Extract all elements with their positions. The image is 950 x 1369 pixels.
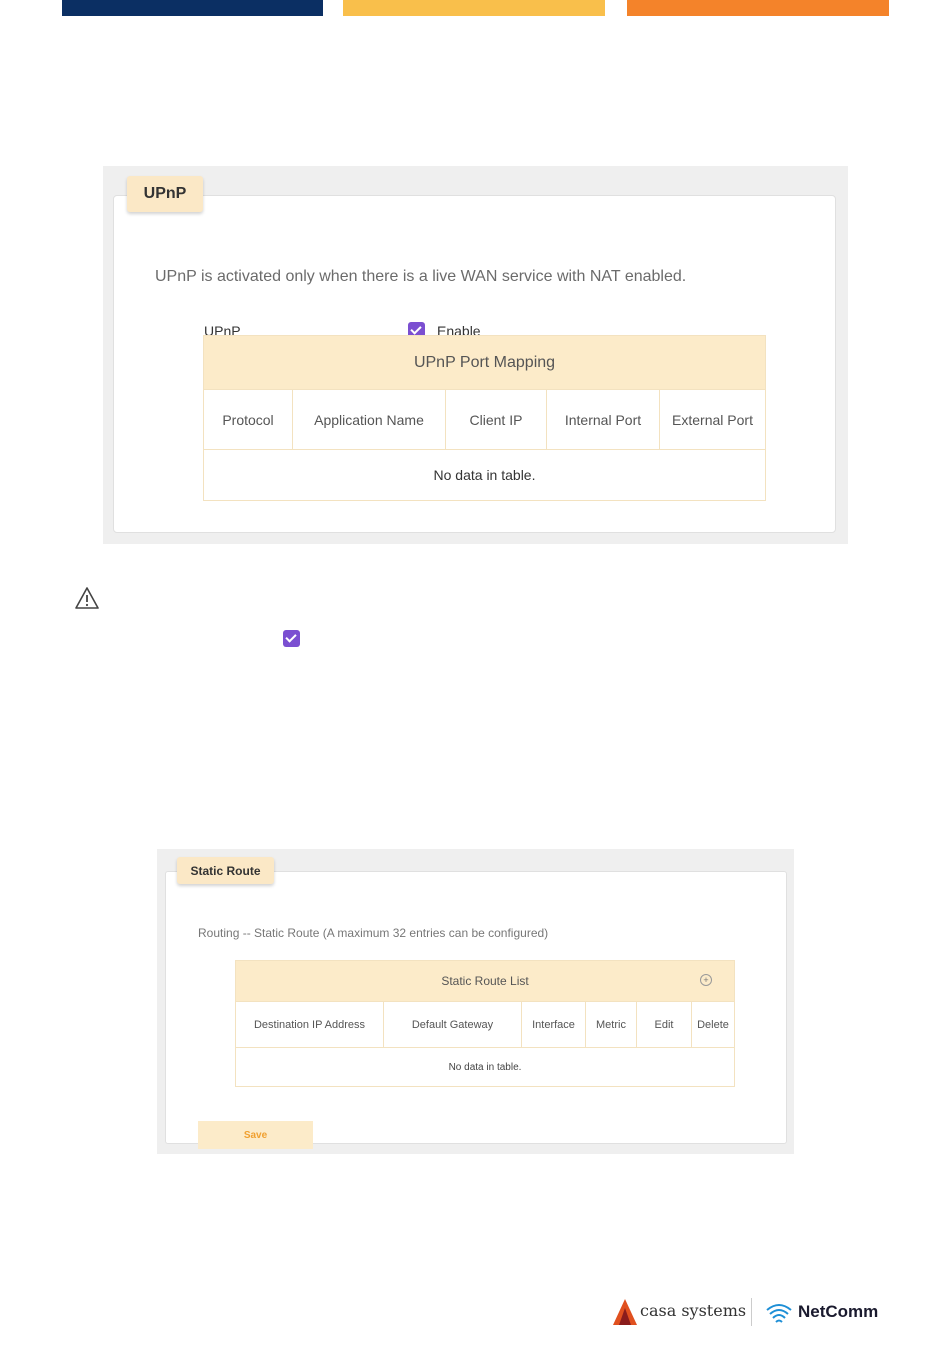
add-route-icon[interactable]: + (700, 974, 712, 986)
table-title: UPnP Port Mapping (203, 335, 766, 390)
netcomm-logo-icon (766, 1304, 792, 1323)
casa-logo-icon (613, 1299, 637, 1325)
column-header: Interface (521, 1001, 586, 1048)
empty-table-message: No data in table. (203, 449, 766, 501)
header-bar-orange (627, 0, 889, 16)
checkbox-checked-icon (283, 630, 300, 647)
upnp-note: UPnP is activated only when there is a l… (155, 268, 687, 285)
column-header: Delete (691, 1001, 735, 1048)
static-route-table: Static Route List + Destination IP Addre… (235, 960, 735, 1087)
netcomm-logo-text: NetComm (798, 1302, 879, 1321)
upnp-screenshot: UPnP is activated only when there is a l… (103, 166, 848, 544)
column-header: Edit (636, 1001, 692, 1048)
empty-table-message: No data in table. (235, 1047, 735, 1087)
netcomm-logo: NetComm (764, 1298, 884, 1326)
column-header: Internal Port (546, 389, 660, 450)
column-header: Client IP (445, 389, 547, 450)
static-route-screenshot: Routing -- Static Route (A maximum 32 en… (157, 849, 794, 1154)
column-header: Default Gateway (383, 1001, 522, 1048)
static-route-card: Routing -- Static Route (A maximum 32 en… (165, 871, 787, 1149)
logo-divider (751, 1298, 752, 1326)
save-button[interactable]: Save (198, 1121, 313, 1149)
casa-logo-text: casa systems (640, 1301, 747, 1320)
upnp-card: UPnP is activated only when there is a l… (113, 195, 836, 533)
column-header: Destination IP Address (235, 1001, 384, 1048)
header-bar-yellow (343, 0, 605, 16)
table-title-text: Static Route List (441, 974, 529, 988)
static-route-note: Routing -- Static Route (A maximum 32 en… (198, 926, 549, 940)
header-bar-navy (62, 0, 323, 16)
upnp-tab[interactable]: UPnP (127, 176, 203, 212)
column-header: External Port (659, 389, 766, 450)
table-title: Static Route List + (235, 960, 735, 1002)
column-header: Application Name (292, 389, 446, 450)
static-route-tab[interactable]: Static Route (177, 857, 274, 884)
column-header: Protocol (203, 389, 293, 450)
column-header: Metric (585, 1001, 637, 1048)
warning-triangle-icon (75, 587, 99, 609)
casa-systems-logo: casa systems (612, 1298, 746, 1326)
upnp-port-mapping-table: UPnP Port Mapping Protocol Application N… (203, 335, 766, 501)
